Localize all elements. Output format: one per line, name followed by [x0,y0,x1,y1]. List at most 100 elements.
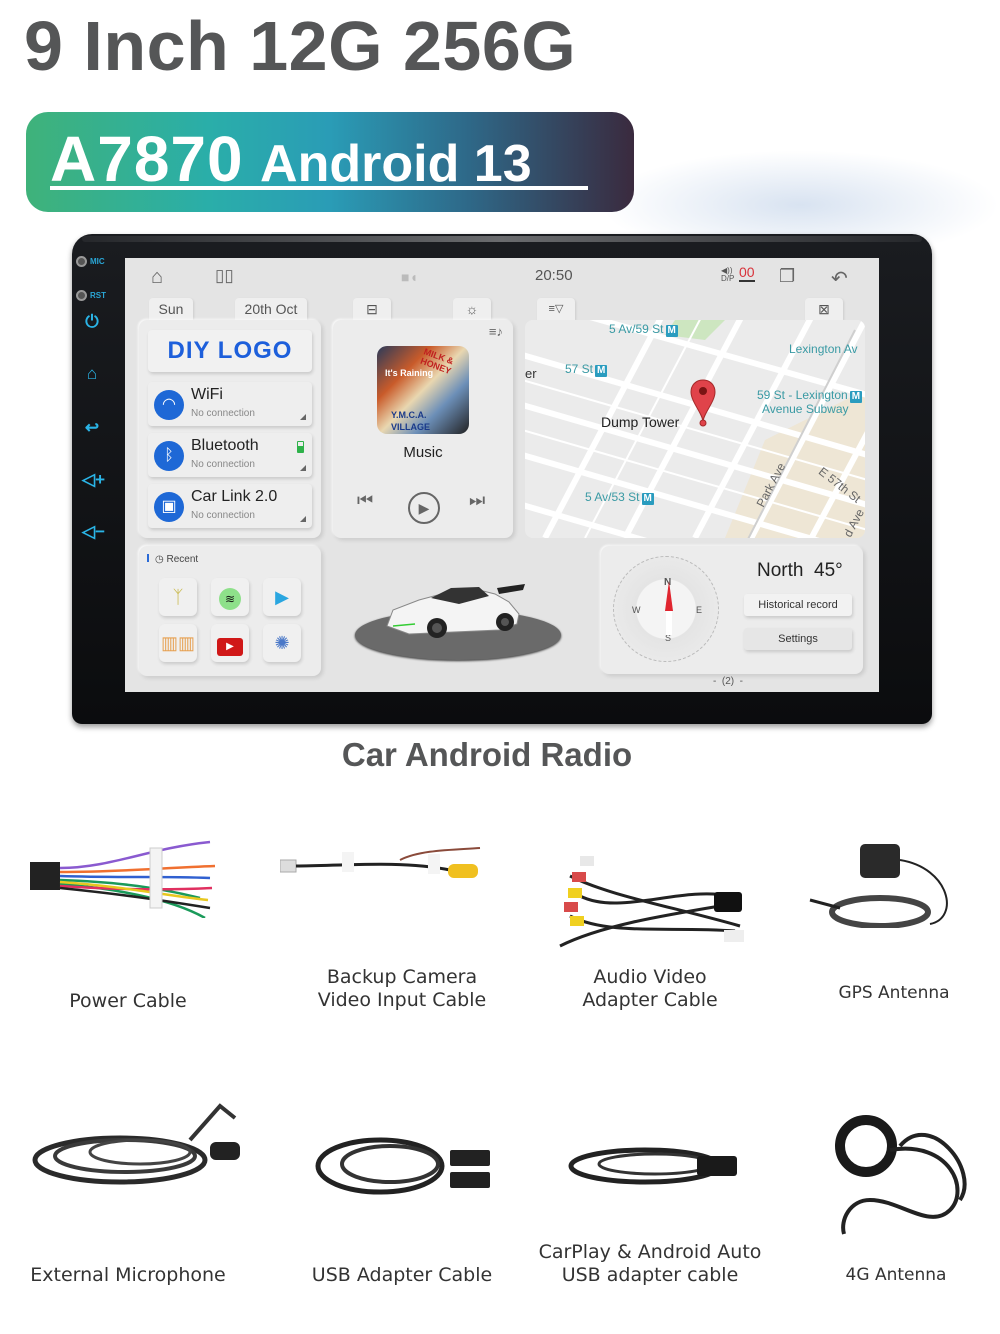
spotify-app-icon[interactable]: ≋ [211,578,249,616]
page-indicator[interactable]: - (2) - [713,676,743,687]
map-label: Lexington Av [789,342,858,356]
accessory-label: Backup Camera Video Input Cable [300,966,504,1012]
dashcam-icon[interactable]: ■◖ [401,269,418,285]
map-card[interactable]: 5 Av/59 St M Lexington Av 57 St M er 59 St… [525,320,865,538]
accessory-label-line: USB adapter cable [561,1264,739,1286]
mic-port: MIC [76,256,105,267]
car-image [386,584,525,638]
map-label-text: 59 St - Lexington [757,388,848,402]
car-model-display[interactable] [355,544,561,674]
reset-label: RST [90,291,106,300]
history-icon: ◷ [155,554,167,565]
map-label: 59 St - Lexington M [757,388,863,403]
expand-corner-icon [300,516,306,522]
accessory-label-line: USB Adapter Cable [311,1264,493,1286]
headline: 9 Inch 12G 256G [24,7,577,85]
expand-corner-icon [300,465,306,471]
previous-icon[interactable]: ⏮ [357,490,373,511]
wifi-item[interactable]: ◠ WiFi No connection [148,382,312,426]
music-title: Music [403,444,443,461]
accessory-label-line: Backup Camera [326,966,478,988]
accessory-label: Power Cable [28,990,228,1013]
carlink-name: Car Link 2.0 [191,488,278,505]
map-label: er [525,366,537,381]
carlink-status: No connection [191,510,255,521]
compass-needle [665,581,673,611]
subway-badge: M [665,325,678,337]
music-card[interactable]: ≡♪ It's Raining MILK & HONEY Y.M.C.A. VI… [333,320,513,538]
home-key-icon[interactable]: ⌂ [82,364,102,384]
youtube-app-icon[interactable]: ▶ [211,624,249,662]
page-number: 2 [725,676,731,687]
volume-up-icon[interactable]: ◁+ [82,470,105,490]
power-cable-image [30,840,216,918]
compass-e: E [696,605,703,615]
map-label: 57 St M [565,362,608,377]
volume-down-icon[interactable]: ◁− [82,522,105,542]
reset-button[interactable]: RST [76,290,106,301]
tab-day[interactable]: Sun [149,298,193,320]
recent-apps-icon[interactable]: ❐ [779,266,795,287]
bluetooth-name: Bluetooth [191,437,259,454]
accessory-label: Audio Video Adapter Cable [550,966,750,1012]
4g-antenna-image [835,1115,967,1235]
accessory-label-line: Power Cable [69,990,187,1012]
bluetooth-item[interactable]: ᛒ Bluetooth No connection [148,433,312,477]
map-label: 5 Av/53 St M [585,490,654,505]
map-label-text: 57 St [565,362,594,376]
location-pin-icon[interactable] [689,378,717,428]
accessory-label: External Microphone [26,1264,230,1287]
battery-icon [297,441,304,453]
historical-record-button[interactable]: Historical record [744,594,852,616]
split-screen-icon[interactable]: ▯▯ [215,266,234,286]
gps-antenna-image [809,844,948,928]
play-icon[interactable]: ▶ [408,492,440,524]
compass-dial[interactable]: N E S W [613,556,719,662]
settings-app-icon[interactable]: ✺ [263,624,301,662]
car-seat-icon[interactable]: ⊟ [353,298,391,320]
subway-badge: M [849,391,863,403]
album-art: It's Raining MILK & HONEY Y.M.C.A. VILLA… [377,346,469,434]
antenna-app-icon[interactable]: ᛉ [159,578,197,616]
accessory-label-line: Video Input Cable [317,989,487,1011]
bulb-icon[interactable]: ☼ [453,298,491,320]
subway-badge: M [595,365,608,377]
clock: 20:50 [535,267,573,284]
tab-date[interactable]: 20th Oct [235,298,307,320]
compass-settings-button[interactable]: Settings [744,628,852,650]
carlink-icon: ▣ [154,492,184,522]
screen: ⌂ ▯▯ ■◖ 20:50 ◀)) D/P 00 ❐ ↶ Sun 20th Oct… [125,258,879,692]
diy-logo[interactable]: DIY LOGO [148,330,312,372]
accessory-label-line: Adapter Cable [582,989,718,1011]
book-app-icon[interactable]: ▥▥ [159,624,197,662]
map-label-text: 5 Av/53 St [585,490,640,504]
dsp-volume-icon[interactable]: ◀)) D/P [721,267,734,283]
model-badge: A7870 Android 13 [26,112,634,212]
back-arrow-icon[interactable]: ↶ [831,266,848,291]
accessory-label: 4G Antenna [796,1264,996,1287]
accessory-label-line: External Microphone [30,1264,226,1286]
recent-apps-card: ◷ Recent ᛉ ≋ ▶ ▥▥ ▶ ✺ [139,546,321,676]
accessory-label-line: GPS Antenna [838,983,950,1003]
play-store-app-icon[interactable]: ▶ [263,578,301,616]
map-label: 5 Av/59 St M [609,322,678,337]
dsp-label: D/P [721,274,735,283]
back-key-icon[interactable]: ↩ [82,418,102,438]
accessory-label-line: 4G Antenna [845,1265,947,1285]
album-text: It's Raining [385,368,434,378]
playlist-icon[interactable]: ≡♪ [489,324,503,339]
fullscreen-icon[interactable]: ⊠ [805,298,843,320]
next-icon[interactable]: ⏭ [469,490,485,511]
bluetooth-icon: ᛒ [154,441,184,471]
compass-heading: North 45° [757,560,843,582]
bluetooth-status: No connection [191,459,255,470]
microphone-image [32,1103,240,1185]
subway-badge: M [641,493,654,505]
home-icon[interactable]: ⌂ [151,266,163,289]
filter-icon[interactable]: ≡▽ [537,298,575,320]
mic-hole [76,256,87,267]
dsp-value: 00 [739,264,755,282]
carlink-item[interactable]: ▣ Car Link 2.0 No connection [148,484,312,528]
power-icon[interactable]: ⏻ [82,312,102,332]
compass-direction: North [757,560,804,581]
